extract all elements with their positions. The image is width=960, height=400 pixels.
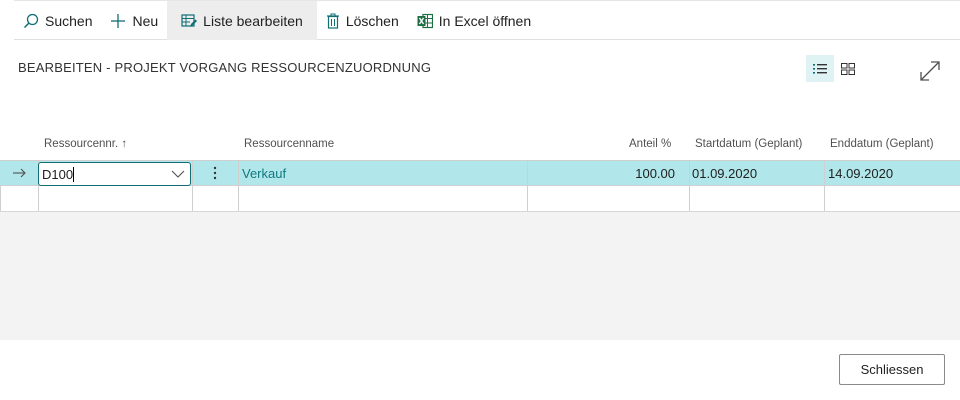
row-actions-button[interactable] (210, 161, 220, 185)
start-date-value[interactable]: 01.09.2020 (692, 161, 757, 185)
list-view-icon (813, 63, 827, 74)
search-button-label: Suchen (45, 12, 93, 29)
table-row[interactable]: D100 Verkauf 100.00 01.09.2020 14.09.202… (0, 160, 960, 186)
expand-icon (920, 61, 940, 81)
search-icon (23, 13, 39, 28)
column-header-end-date[interactable]: Enddatum (Geplant) (830, 138, 934, 150)
new-button[interactable]: Neu (101, 1, 167, 40)
action-bar: Suchen Neu Liste bearbeiten Löschen In E… (14, 0, 960, 40)
list-view-button[interactable] (806, 55, 834, 82)
edit-list-button[interactable]: Liste bearbeiten (167, 1, 317, 40)
tile-view-button[interactable] (834, 55, 862, 82)
column-header-resource-no[interactable]: Ressourcennr. ↑ (44, 138, 127, 150)
new-button-label: Neu (132, 12, 159, 29)
table-row-new[interactable] (0, 186, 960, 212)
grid-empty-area (0, 212, 960, 340)
excel-icon (417, 13, 433, 28)
resource-name-link[interactable]: Verkauf (242, 161, 286, 185)
column-header-share[interactable]: Anteil % (629, 138, 671, 150)
tile-view-icon (841, 62, 855, 75)
resource-no-value: D100 (42, 166, 74, 182)
row-indicator-arrow-icon (12, 161, 26, 185)
search-button[interactable]: Suchen (14, 1, 101, 40)
column-header-start-date[interactable]: Startdatum (Geplant) (695, 138, 802, 150)
share-value[interactable]: 100.00 (528, 161, 675, 185)
trash-icon (326, 13, 339, 29)
close-button[interactable]: Schliessen (839, 354, 945, 385)
end-date-value[interactable]: 14.09.2020 (828, 161, 893, 185)
delete-button[interactable]: Löschen (317, 1, 408, 40)
open-in-excel-button-label: In Excel öffnen (438, 12, 532, 29)
column-header-resource-name[interactable]: Ressourcenname (244, 138, 334, 150)
plus-icon (111, 13, 126, 28)
resource-no-input[interactable]: D100 (38, 162, 191, 186)
delete-button-label: Löschen (345, 12, 399, 29)
edit-list-button-label: Liste bearbeiten (203, 12, 303, 29)
page-title: BEARBEITEN - PROJEKT VORGANG RESSOURCENZ… (18, 60, 432, 75)
expand-button[interactable] (916, 57, 944, 85)
open-in-excel-button[interactable]: In Excel öffnen (408, 1, 540, 40)
more-options-icon (213, 166, 217, 180)
text-caret (73, 166, 75, 182)
chevron-down-icon[interactable] (171, 168, 185, 180)
edit-list-icon (181, 13, 198, 27)
